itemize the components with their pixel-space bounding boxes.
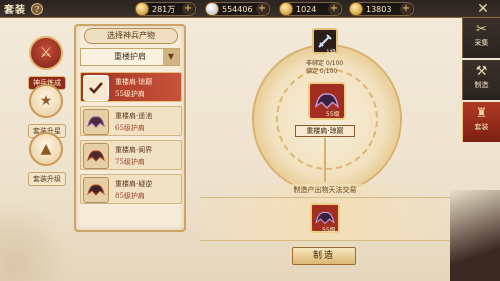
resource-value: 554406 bbox=[222, 4, 253, 14]
resource-value: 1024 bbox=[296, 4, 317, 14]
item-name: 重楼肩·琼巅 bbox=[115, 78, 153, 86]
add-gold-button[interactable]: + bbox=[400, 3, 412, 15]
hammer-icon: ⚒ bbox=[475, 64, 488, 79]
page-title: 套装 bbox=[4, 5, 26, 16]
list-item[interactable]: 重楼肩·疑逆 85级护肩 bbox=[80, 174, 182, 204]
item-level: 75级护肩 bbox=[115, 158, 145, 166]
coin-icon bbox=[135, 2, 149, 16]
item-level: 85级护肩 bbox=[115, 192, 145, 200]
close-button[interactable]: ✕ bbox=[468, 0, 498, 18]
nav-star-up[interactable]: ★ 套装升星 bbox=[28, 84, 66, 138]
list-item[interactable]: 重楼肩·阆界 75级护肩 bbox=[80, 140, 182, 170]
shoulder-armor-icon bbox=[83, 109, 109, 135]
armor-icon: ♜ bbox=[475, 106, 488, 121]
list-item[interactable]: 重楼肩·琼巅 55级护肩 bbox=[80, 72, 182, 102]
chevron-down-icon: ▼ bbox=[163, 49, 179, 65]
scissors-icon: ✂ bbox=[476, 22, 487, 37]
forge-icon: ⚔ bbox=[29, 36, 63, 70]
list-item[interactable]: 重楼肩·遥池 65级护肩 bbox=[80, 106, 182, 136]
tab-label: 套装 bbox=[474, 123, 489, 131]
nav-forge[interactable]: ⚔ 神兵炼成 bbox=[28, 36, 66, 90]
product-panel: 选择神兵产物 重楼护肩 ▼ 重楼肩·琼巅 55级护肩 重楼肩·遥池 65级护肩 … bbox=[74, 24, 186, 232]
tab-set[interactable]: ♜ 套装 bbox=[462, 102, 500, 142]
dropdown-value: 重楼护肩 bbox=[114, 52, 146, 61]
shoulder-armor-icon bbox=[83, 177, 109, 203]
resource-gold: 13803 + bbox=[349, 2, 414, 16]
help-icon[interactable]: ? bbox=[31, 3, 43, 15]
item-level: 65级护肩 bbox=[115, 124, 145, 132]
scroll-icon bbox=[279, 2, 293, 16]
panel-header: 选择神兵产物 bbox=[84, 28, 178, 44]
resource-scroll: 1024 + bbox=[279, 2, 342, 16]
item-name: 重楼肩·疑逆 bbox=[115, 180, 153, 188]
star-icon: ★ bbox=[29, 84, 63, 118]
item-name: 重楼肩·遥池 bbox=[115, 112, 153, 120]
material-count: 1级 bbox=[326, 49, 336, 56]
add-coin-button[interactable]: + bbox=[182, 3, 194, 15]
resource-coin: 281万 + bbox=[135, 2, 196, 16]
shoulder-armor-icon bbox=[83, 143, 109, 169]
decor-tree bbox=[450, 190, 500, 281]
nav-label: 套装升级 bbox=[28, 172, 66, 186]
silver-ingot-icon bbox=[205, 2, 219, 16]
add-scroll-button[interactable]: + bbox=[328, 3, 340, 15]
check-icon bbox=[83, 75, 109, 101]
nav-level-up[interactable]: ▲ 套装升级 bbox=[28, 132, 66, 186]
add-silver-button[interactable]: + bbox=[256, 3, 268, 15]
item-level: 55级护肩 bbox=[115, 90, 145, 98]
output-label: 制造产出物天法交易 bbox=[220, 184, 430, 196]
tab-make[interactable]: ⚒ 制造 bbox=[462, 60, 500, 100]
resource-value: 13803 bbox=[366, 4, 392, 14]
target-item-name: 重楼肩·琼巅 bbox=[295, 125, 355, 137]
target-item-level: 55级 bbox=[326, 111, 340, 118]
resource-value: 281万 bbox=[152, 4, 176, 14]
tab-label: 采集 bbox=[474, 39, 489, 47]
item-name: 重楼肩·阆界 bbox=[115, 146, 153, 154]
decor-cloud bbox=[0, 200, 70, 281]
make-button[interactable]: 制造 bbox=[292, 247, 356, 265]
category-dropdown[interactable]: 重楼护肩 ▼ bbox=[80, 48, 180, 66]
output-item-level: 55级 bbox=[322, 227, 336, 234]
tab-gather[interactable]: ✂ 采集 bbox=[462, 18, 500, 58]
tab-label: 制造 bbox=[474, 81, 489, 89]
level-up-icon: ▲ bbox=[29, 132, 63, 166]
cost-bound: 绑定 0/100 bbox=[306, 68, 338, 75]
gold-ingot-icon bbox=[349, 2, 363, 16]
connector-line bbox=[324, 138, 326, 182]
resource-silver: 554406 + bbox=[205, 2, 270, 16]
